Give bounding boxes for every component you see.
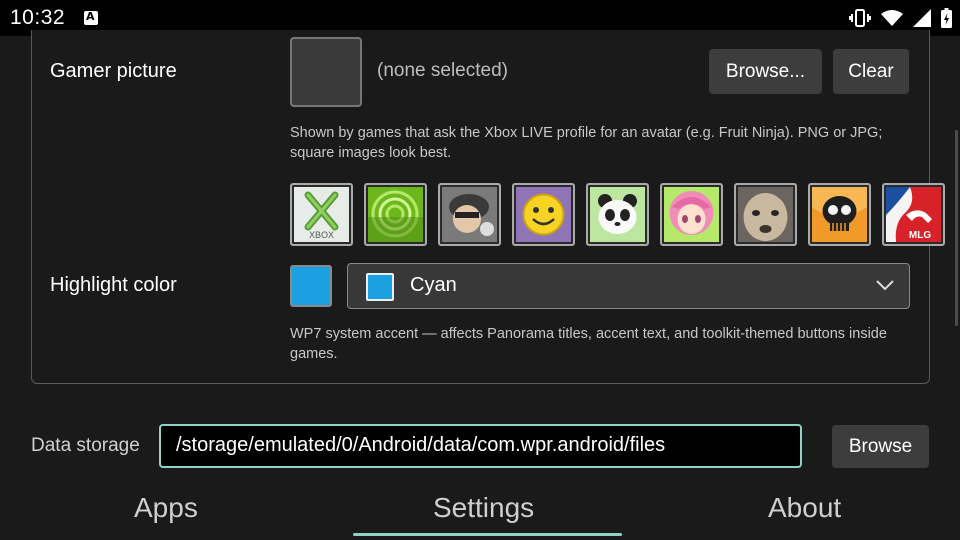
avatar-option-cartoon-kid[interactable] — [438, 183, 501, 246]
mlg-logo-icon: MLG — [886, 187, 941, 242]
battery-charging-icon — [941, 8, 952, 28]
highlight-color-select[interactable]: Cyan — [347, 263, 910, 309]
status-icons — [849, 8, 952, 28]
a-box-icon: A — [84, 10, 98, 25]
avatar-option-smiley[interactable] — [512, 183, 575, 246]
data-storage-label: Data storage — [31, 435, 140, 456]
cartoon-kid-icon — [442, 187, 497, 242]
skull-icon — [812, 187, 867, 242]
xbox-logo-icon: XBOX — [294, 187, 349, 242]
vibrate-icon — [849, 9, 871, 27]
anime-girl-icon — [664, 187, 719, 242]
green-rings-icon — [368, 187, 423, 242]
signal-icon — [913, 9, 931, 27]
avatar-option-panda[interactable] — [586, 183, 649, 246]
data-storage-path-input[interactable]: /storage/emulated/0/Android/data/com.wpr… — [159, 424, 802, 468]
selected-color-swatch — [366, 273, 394, 301]
avatar-option-anime-girl[interactable] — [660, 183, 723, 246]
tab-apps[interactable]: Apps — [134, 492, 198, 524]
smiley-icon — [516, 187, 571, 242]
tab-about[interactable]: About — [768, 492, 841, 524]
panda-icon — [590, 187, 645, 242]
wifi-icon — [881, 9, 903, 26]
avatar-option-dog[interactable] — [734, 183, 797, 246]
gamer-picture-browse-button[interactable]: Browse... — [709, 49, 822, 94]
tab-settings[interactable]: Settings — [433, 492, 534, 524]
highlight-color-swatch — [290, 265, 332, 307]
chevron-down-icon — [876, 280, 894, 291]
gamer-picture-help: Shown by games that ask the Xbox LIVE pr… — [290, 125, 883, 161]
highlight-color-label: Highlight color — [50, 274, 177, 296]
avatar-option-green-rings[interactable] — [364, 183, 427, 246]
avatar-option-xbox[interactable]: XBOX — [290, 183, 353, 246]
dog-icon — [738, 187, 793, 242]
avatar-option-skull[interactable] — [808, 183, 871, 246]
scrollbar[interactable] — [955, 130, 958, 326]
highlight-color-value: Cyan — [410, 274, 457, 296]
xbox-avatar-text: XBOX — [309, 230, 334, 240]
avatar-option-mlg[interactable]: MLG — [882, 183, 945, 246]
gamer-picture-label: Gamer picture — [50, 60, 177, 82]
data-storage-browse-button[interactable]: Browse — [832, 425, 929, 468]
gamer-picture-clear-button[interactable]: Clear — [833, 49, 909, 94]
mlg-avatar-text: MLG — [909, 230, 931, 241]
active-tab-indicator — [353, 533, 622, 536]
gamer-picture-preview[interactable] — [290, 37, 362, 107]
highlight-color-help: WP7 system accent — affects Panorama tit… — [290, 326, 887, 362]
gamer-picture-status: (none selected) — [377, 60, 508, 81]
preset-avatar-list: XBOX MLG — [290, 183, 945, 246]
status-time: 10:32 — [10, 6, 66, 29]
